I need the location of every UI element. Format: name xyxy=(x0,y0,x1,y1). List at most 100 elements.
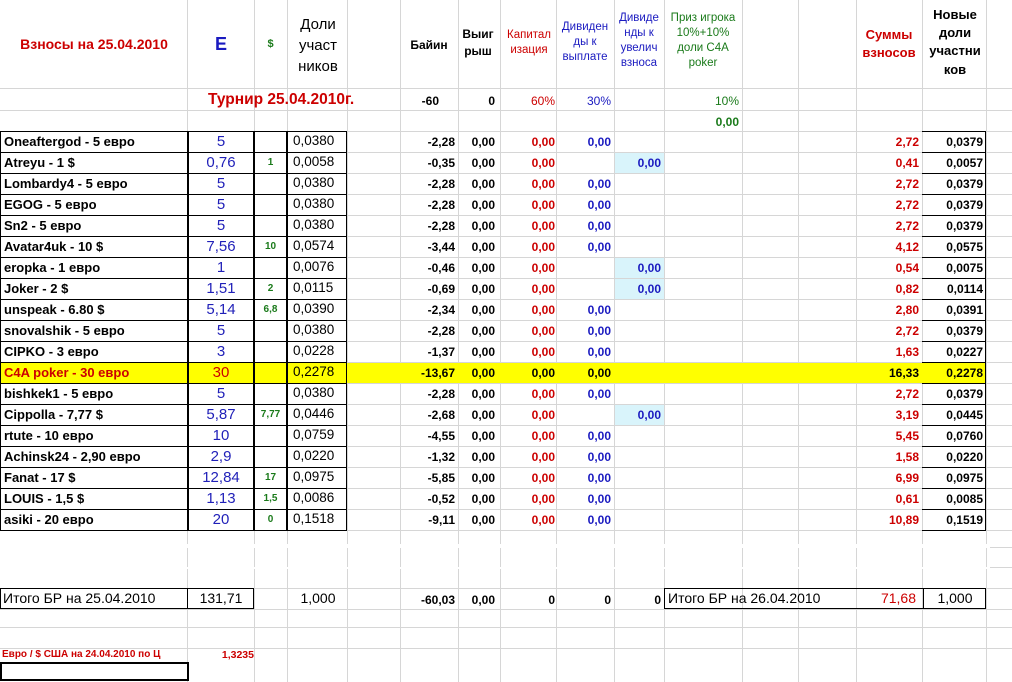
participant-nov[interactable]: 0,1519 xyxy=(922,514,986,528)
participant-kap[interactable]: 0,00 xyxy=(500,514,558,528)
participant-kap[interactable]: 0,00 xyxy=(500,220,558,234)
participant-usd[interactable]: 7,77 xyxy=(254,410,287,422)
participant-e[interactable]: 1 xyxy=(188,260,254,276)
participant-nov[interactable]: 0,0057 xyxy=(922,157,986,171)
participant-kap[interactable]: 0,00 xyxy=(500,346,558,360)
participant-div[interactable]: 0,00 xyxy=(556,514,614,528)
participant-nov[interactable]: 0,0379 xyxy=(922,199,986,213)
participant-sum[interactable]: 6,99 xyxy=(856,472,922,486)
participant-div[interactable] xyxy=(556,157,614,171)
participant-div-uv[interactable] xyxy=(614,178,664,192)
participant-e[interactable]: 5,87 xyxy=(188,407,254,423)
participant-sum[interactable]: 2,72 xyxy=(856,178,922,192)
participant-name[interactable]: Oneaftergod - 5 евро xyxy=(1,135,187,150)
participant-e[interactable]: 5 xyxy=(188,323,254,339)
tournament-kapital[interactable]: 60% xyxy=(500,95,558,109)
participant-name[interactable]: Lombardy4 - 5 евро xyxy=(1,177,187,192)
col-bayin-header[interactable]: Байин xyxy=(400,38,458,58)
participant-sum[interactable]: 2,72 xyxy=(856,388,922,402)
participant-name[interactable]: Achinsk24 - 2,90 евро xyxy=(1,450,187,465)
col-priz-header[interactable]: Приз игрока 10%+10% доли С4А poker xyxy=(664,11,742,81)
participant-nov[interactable]: 0,0379 xyxy=(922,325,986,339)
participant-bayin[interactable]: -2,34 xyxy=(400,304,458,318)
participant-name[interactable]: CIPKO - 3 евро xyxy=(1,345,187,360)
participant-div[interactable]: 0,00 xyxy=(556,136,614,150)
participant-usd[interactable] xyxy=(254,263,287,275)
participant-dolya[interactable]: 0,0380 xyxy=(288,176,346,192)
participant-e[interactable]: 2,9 xyxy=(188,449,254,465)
participant-usd[interactable] xyxy=(254,326,287,338)
participant-vyigr[interactable]: 0,00 xyxy=(458,136,498,150)
rate-value[interactable]: 1,3235 xyxy=(200,650,254,663)
participant-usd[interactable]: 1,5 xyxy=(254,494,287,506)
participant-kap[interactable]: 0,00 xyxy=(500,262,558,276)
participant-kap[interactable]: 0,00 xyxy=(500,388,558,402)
participant-nov[interactable]: 0,0114 xyxy=(922,283,986,297)
totals-kap[interactable]: 0 xyxy=(500,594,558,608)
totals-div[interactable]: 0 xyxy=(556,594,614,608)
participant-nov[interactable]: 0,2278 xyxy=(922,367,986,381)
participant-div-uv[interactable] xyxy=(614,136,664,150)
participant-bayin[interactable]: -2,28 xyxy=(400,178,458,192)
participant-kap[interactable]: 0,00 xyxy=(500,136,558,150)
totals-sum[interactable]: 71,68 xyxy=(856,591,922,608)
participant-usd[interactable] xyxy=(254,389,287,401)
participant-div[interactable]: 0,00 xyxy=(556,178,614,192)
tournament-priz-value[interactable]: 0,00 xyxy=(664,116,742,130)
participant-usd[interactable]: 17 xyxy=(254,473,287,485)
totals-e[interactable]: 131,71 xyxy=(190,591,252,608)
participant-vyigr[interactable]: 0,00 xyxy=(458,157,498,171)
participant-bayin[interactable]: -3,44 xyxy=(400,241,458,255)
participant-vyigr[interactable]: 0,00 xyxy=(458,220,498,234)
participant-nov[interactable]: 0,0575 xyxy=(922,241,986,255)
participant-vyigr[interactable]: 0,00 xyxy=(458,304,498,318)
participant-name[interactable]: snovalshik - 5 евро xyxy=(1,324,187,339)
participant-sum[interactable]: 1,63 xyxy=(856,346,922,360)
participant-e[interactable]: 1,51 xyxy=(188,281,254,297)
participant-div[interactable] xyxy=(556,283,614,297)
participant-kap[interactable]: 0,00 xyxy=(500,199,558,213)
participant-sum[interactable]: 4,12 xyxy=(856,241,922,255)
participant-vyigr[interactable]: 0,00 xyxy=(458,283,498,297)
participant-kap[interactable]: 0,00 xyxy=(500,430,558,444)
participant-div-uv[interactable]: 0,00 xyxy=(614,157,664,171)
participant-nov[interactable]: 0,0075 xyxy=(922,262,986,276)
participant-name[interactable]: Fanat - 17 $ xyxy=(1,471,187,486)
participant-kap[interactable]: 0,00 xyxy=(500,178,558,192)
participant-div[interactable]: 0,00 xyxy=(556,325,614,339)
participant-sum[interactable]: 0,41 xyxy=(856,157,922,171)
participant-nov[interactable]: 0,0975 xyxy=(922,472,986,486)
participant-name[interactable]: C4A poker - 30 евро xyxy=(1,366,187,381)
participant-bayin[interactable]: -9,11 xyxy=(400,514,458,528)
participant-name[interactable]: Sn2 - 5 евро xyxy=(1,219,187,234)
participant-e[interactable]: 5,14 xyxy=(188,302,254,318)
participant-name[interactable]: Joker - 2 $ xyxy=(1,282,187,297)
tournament-bayin[interactable]: -60 xyxy=(400,95,442,109)
participant-vyigr[interactable]: 0,00 xyxy=(458,262,498,276)
participant-usd[interactable] xyxy=(254,179,287,191)
totals-dolya[interactable]: 1,000 xyxy=(290,591,346,608)
participant-vyigr[interactable]: 0,00 xyxy=(458,493,498,507)
participant-div[interactable]: 0,00 xyxy=(556,304,614,318)
participant-sum[interactable]: 2,72 xyxy=(856,199,922,213)
totals-div-uv[interactable]: 0 xyxy=(614,594,664,608)
participant-nov[interactable]: 0,0445 xyxy=(922,409,986,423)
participant-name[interactable]: LOUIS - 1,5 $ xyxy=(1,492,187,507)
totals-label-2[interactable]: Итого БР на 26.04.2010 xyxy=(668,591,856,608)
col-summy-header[interactable]: Суммы взносов xyxy=(856,26,922,66)
participant-name[interactable]: unspeak - 6.80 $ xyxy=(1,303,187,318)
participant-sum[interactable]: 10,89 xyxy=(856,514,922,528)
participant-div-uv[interactable] xyxy=(614,325,664,339)
participant-sum[interactable]: 2,72 xyxy=(856,220,922,234)
participant-div[interactable]: 0,00 xyxy=(556,367,614,381)
participant-div[interactable]: 0,00 xyxy=(556,493,614,507)
participant-sum[interactable]: 2,72 xyxy=(856,325,922,339)
tournament-divid[interactable]: 30% xyxy=(556,95,614,109)
participant-dolya[interactable]: 0,1518 xyxy=(288,512,346,528)
participant-div[interactable]: 0,00 xyxy=(556,346,614,360)
participant-e[interactable]: 20 xyxy=(188,512,254,528)
col-divid-header[interactable]: Дивиден ды к выплате xyxy=(557,20,613,76)
participant-sum[interactable]: 3,19 xyxy=(856,409,922,423)
participant-name[interactable]: asiki - 20 евро xyxy=(1,513,187,528)
participant-vyigr[interactable]: 0,00 xyxy=(458,325,498,339)
